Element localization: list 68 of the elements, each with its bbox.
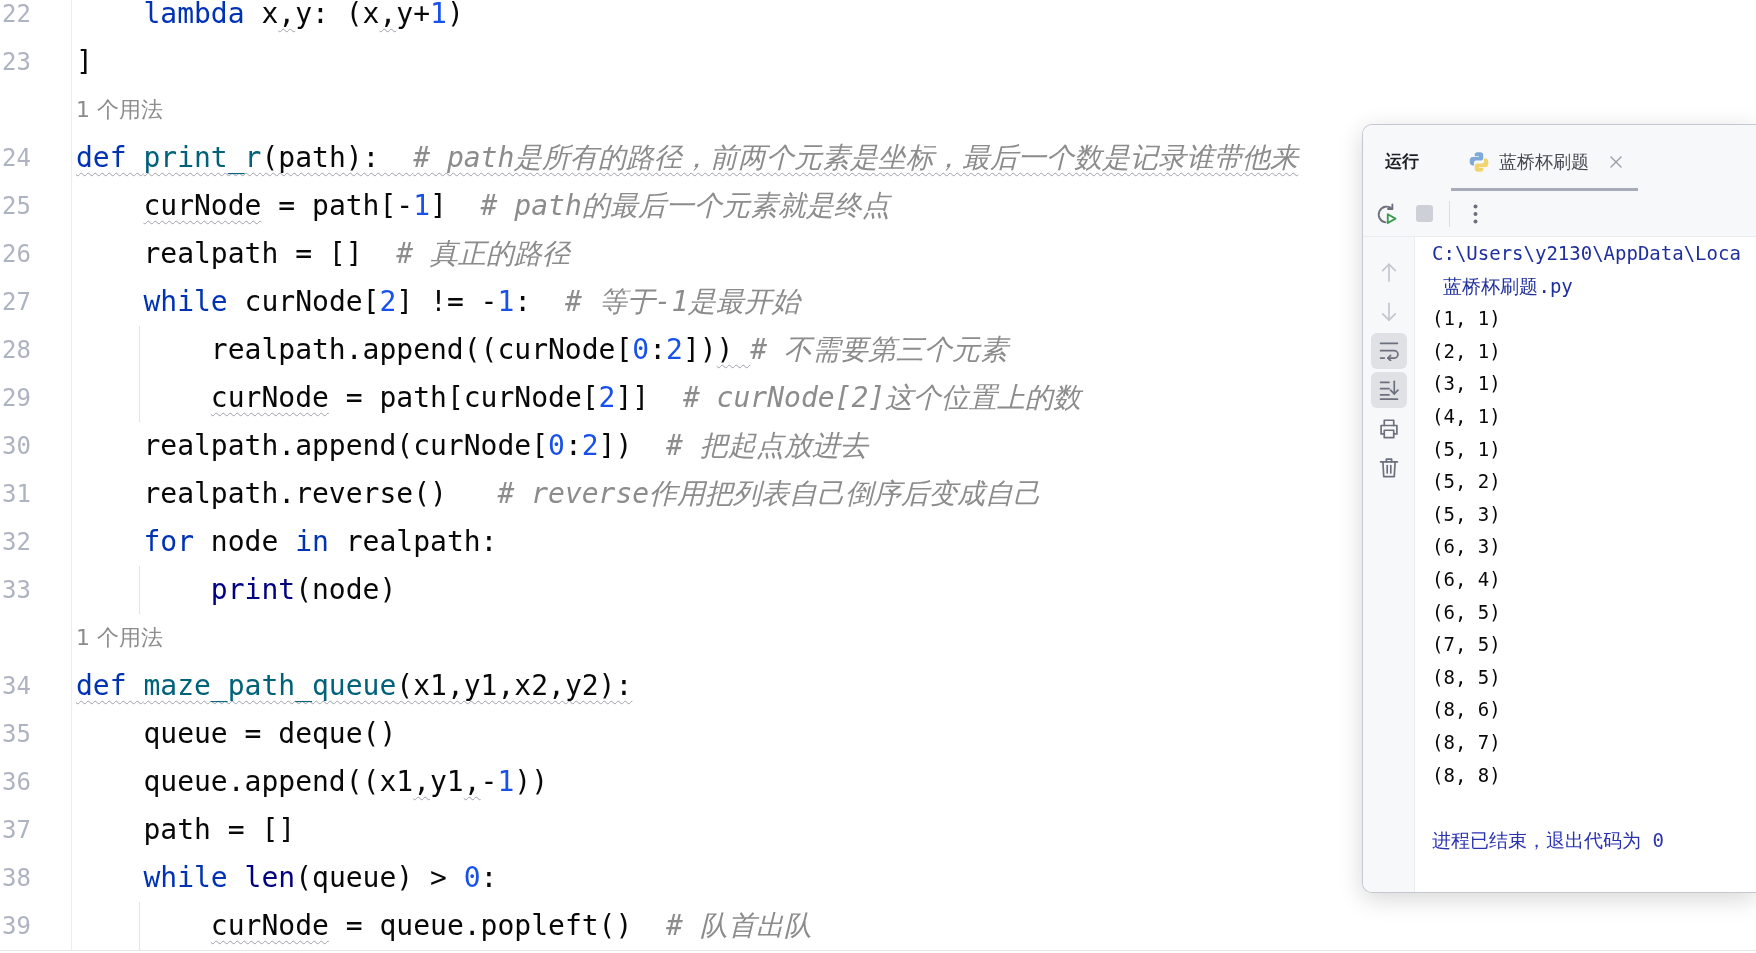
line-number: 34 — [2, 672, 31, 700]
output-line: (5, 2) — [1432, 469, 1501, 495]
code-line: curNode = path[-1] # path的最后一个元素就是终点 — [143, 192, 890, 220]
printer-icon — [1378, 419, 1399, 439]
line-number: 30 — [2, 432, 31, 460]
line-number: 29 — [2, 384, 31, 412]
line-number: 28 — [2, 336, 31, 364]
line-number: 36 — [2, 768, 31, 796]
stop-icon — [1415, 205, 1433, 222]
code-line: while len(queue) > 0: — [143, 864, 498, 892]
output-line: (5, 1) — [1432, 436, 1501, 462]
line-number: 24 — [2, 144, 31, 172]
code-line: realpath.reverse() # reverse作用把列表自己倒序后变成自己 — [143, 480, 1042, 508]
output-line: (5, 3) — [1432, 501, 1501, 527]
line-number: 37 — [2, 816, 31, 844]
exit-message: 进程已结束，退出代码为 0 — [1432, 827, 1664, 853]
code-line: print(node) — [210, 576, 397, 604]
more-icon — [1472, 203, 1478, 224]
line-number: 31 — [2, 480, 31, 508]
line-number: 35 — [2, 720, 31, 748]
line-number: 23 — [2, 48, 31, 76]
output-line: (8, 5) — [1432, 664, 1501, 690]
output-line: (8, 8) — [1432, 762, 1501, 788]
output-line: (7, 5) — [1432, 632, 1501, 658]
line-number: 33 — [2, 576, 31, 604]
output-line: (6, 4) — [1432, 566, 1501, 592]
command-path-text: C:\Users\y2130\AppData\Loca — [1432, 241, 1741, 266]
file-type-icon — [1469, 151, 1489, 172]
output-line: (1, 1) — [1432, 306, 1501, 332]
code-line: realpath.append((curNode[0:2])) # 不需要第三个元素 — [210, 336, 1009, 364]
usage-hint[interactable]: 1 个用法 — [76, 624, 163, 652]
output-line: (4, 1) — [1432, 403, 1501, 429]
code-line: ] — [76, 48, 93, 76]
usage-hint[interactable]: 1 个用法 — [76, 96, 163, 124]
code-line: def print_r(path): # path是所有的路径，前两个元素是坐标，最后一个数是记录谁带他来 — [76, 144, 1299, 172]
code-line: queue = deque() — [143, 720, 397, 748]
output-line: (6, 3) — [1432, 534, 1501, 560]
code-line: queue.append((x1,y1,-1)) — [143, 768, 549, 796]
output-line: (2, 1) — [1432, 338, 1501, 364]
line-number: 26 — [2, 240, 31, 268]
scroll-to-end-button[interactable] — [1370, 372, 1407, 408]
soft-wrap-icon — [1378, 341, 1399, 361]
line-number: 38 — [2, 864, 31, 892]
line-number: 39 — [2, 912, 31, 940]
panel-title: 运行 — [1385, 150, 1419, 172]
close-icon[interactable] — [1610, 155, 1622, 168]
code-line: for node in realpath: — [143, 528, 498, 556]
code-line: while curNode[2] != -1: # 等于-1是最开始 — [143, 288, 801, 316]
code-line: lambda x,y: (x,y+1) — [143, 0, 464, 28]
output-line: (8, 6) — [1432, 697, 1501, 723]
code-line: realpath = [] # 真正的路径 — [143, 240, 571, 268]
output-line: (6, 5) — [1432, 599, 1501, 625]
code-line: path = [] — [143, 816, 296, 844]
trash-icon — [1378, 458, 1399, 478]
code-line: curNode = queue.popleft() # 队首出队 — [210, 912, 812, 940]
code-line: realpath.append(curNode[0:2]) # 把起点放进去 — [143, 432, 868, 460]
line-number: 32 — [2, 528, 31, 556]
scroll-to-end-icon — [1378, 380, 1399, 400]
soft-wrap-button[interactable] — [1370, 333, 1407, 369]
line-number: 22 — [2, 0, 31, 28]
code-line: def maze_path_queue(x1,y1,x2,y2): — [76, 672, 633, 700]
line-number: 27 — [2, 288, 31, 316]
code-line: curNode = path[curNode[2]] # curNode[2]这个位置上的数 — [210, 384, 1082, 412]
output-line: (3, 1) — [1432, 371, 1501, 397]
output-line: (8, 7) — [1432, 729, 1501, 755]
line-number: 25 — [2, 192, 31, 220]
command-path-text: 蓝桥杯刷题.py — [1443, 273, 1573, 299]
rerun-icon — [1375, 202, 1397, 225]
